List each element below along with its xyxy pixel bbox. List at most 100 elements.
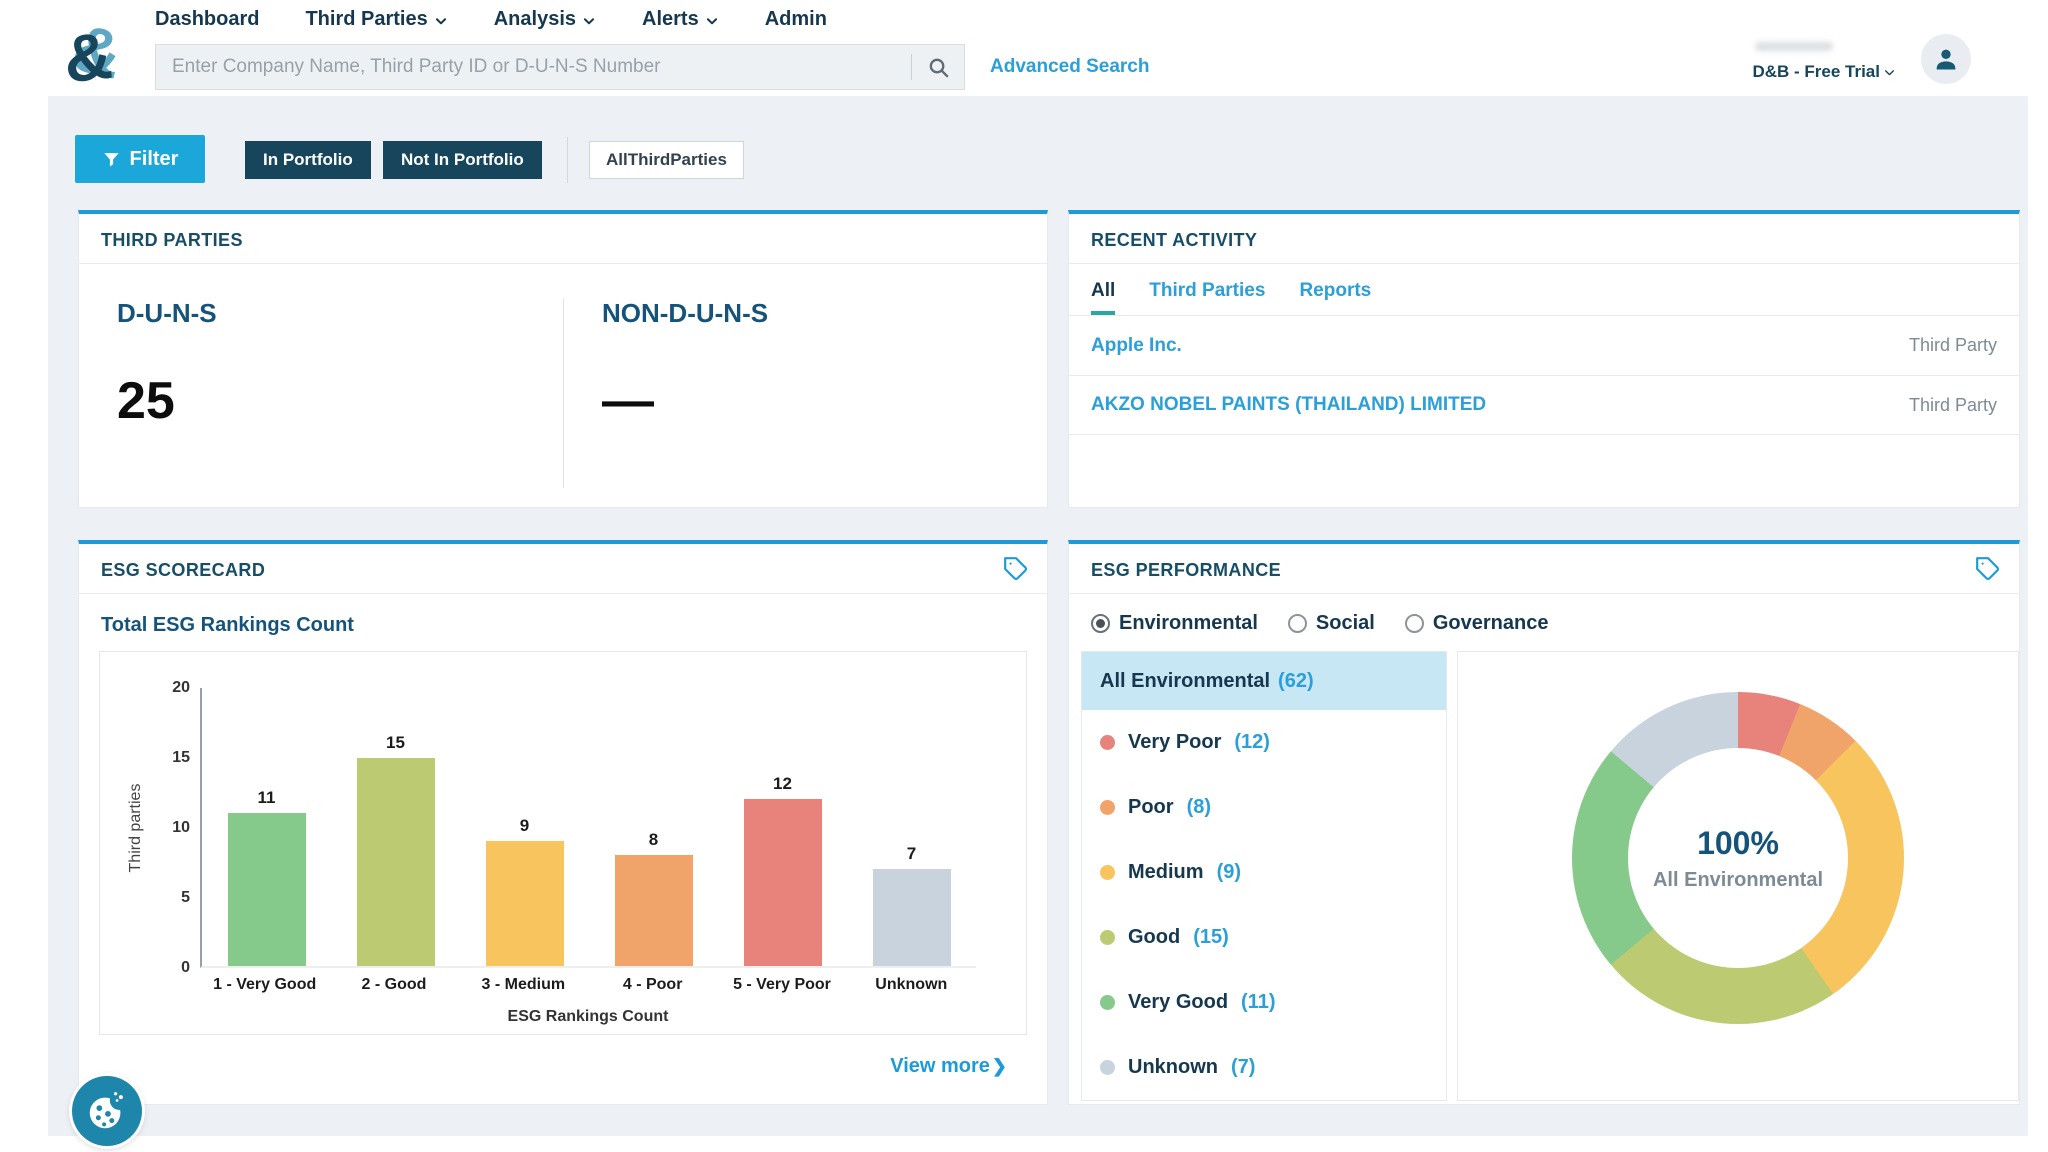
nav-analysis[interactable]: Analysis (494, 8, 596, 31)
bar-unknown[interactable] (873, 869, 951, 966)
bar-good[interactable] (357, 758, 435, 967)
radio-circle-icon (1288, 614, 1307, 633)
company-search-box (155, 44, 965, 90)
esg-dimension-radio-group: Environmental Social Governance (1069, 594, 2019, 649)
legend-item-very-poor[interactable]: Very Poor (12) (1082, 710, 1446, 775)
nav-alerts[interactable]: Alerts (642, 8, 719, 31)
bar-column: 15 (331, 688, 460, 966)
legend-label: Unknown (1128, 1056, 1218, 1079)
legend-label: Very Poor (1128, 731, 1221, 754)
bar-value-label: 12 (773, 774, 792, 794)
bar-column: 12 (718, 688, 847, 966)
legend-item-unknown[interactable]: Unknown (7) (1082, 1035, 1446, 1100)
chevron-down-icon (705, 14, 719, 28)
radio-governance[interactable]: Governance (1405, 612, 1549, 635)
nav-third-parties[interactable]: Third Parties (305, 8, 447, 31)
third-parties-title: THIRD PARTIES (79, 214, 1047, 264)
radio-circle-icon (1405, 614, 1424, 633)
filter-divider (567, 137, 568, 183)
duns-stat: D-U-N-S 25 (79, 298, 563, 488)
non-duns-value: — (602, 371, 1047, 431)
legend-dot-icon (1100, 930, 1115, 945)
esg-donut-chart[interactable]: 100% All Environmental (1572, 692, 1904, 1024)
nav-dashboard-label: Dashboard (155, 8, 259, 31)
recent-activity-tabs: All Third Parties Reports (1091, 280, 1997, 315)
account-menu[interactable]: D&B - Free Trial (1752, 62, 1896, 82)
tab-all[interactable]: All (1091, 280, 1115, 315)
view-more-label: View more (890, 1055, 990, 1078)
non-duns-label: NON-D-U-N-S (602, 298, 1047, 329)
y-axis-ticks: 20 15 10 5 0 (152, 688, 190, 968)
person-icon (1932, 45, 1960, 73)
dnb-dashboard-page: & & Dashboard Third Parties Analysis Ale… (0, 0, 2048, 1152)
x-axis-category-labels: 1 - Very Good 2 - Good 3 - Medium 4 - Po… (200, 976, 976, 994)
x-axis-label: ESG Rankings Count (200, 1008, 976, 1026)
nav-admin[interactable]: Admin (765, 8, 827, 31)
bar-very-poor[interactable] (744, 799, 822, 966)
chevron-down-icon (582, 14, 596, 28)
y-axis-label: Third parties (127, 784, 145, 873)
legend-count: (12) (1234, 731, 1270, 754)
radio-environmental[interactable]: Environmental (1091, 612, 1258, 635)
dnb-ampersand-logo[interactable]: & & (58, 14, 142, 98)
bar-column: 11 (202, 688, 331, 966)
search-button[interactable] (912, 45, 964, 89)
advanced-search-link[interactable]: Advanced Search (990, 56, 1149, 78)
radio-social[interactable]: Social (1288, 612, 1375, 635)
category-label: Unknown (847, 976, 976, 994)
activity-type-label: Third Party (1909, 395, 1997, 416)
primary-nav: Dashboard Third Parties Analysis Alerts … (155, 8, 827, 31)
tab-reports[interactable]: Reports (1299, 280, 1371, 315)
bar-column: 7 (847, 688, 976, 966)
chevron-right-icon: ❯ (992, 1056, 1007, 1077)
all-environmental-row[interactable]: All Environmental (62) (1082, 652, 1446, 710)
legend-dot-icon (1100, 1060, 1115, 1075)
cookie-consent-button[interactable] (72, 1076, 142, 1146)
donut-center-value: 100% (1697, 825, 1779, 862)
third-parties-card: THIRD PARTIES D-U-N-S 25 NON-D-U-N-S — (78, 210, 1048, 508)
tag-button[interactable] (1975, 556, 2001, 585)
legend-label: Very Good (1128, 991, 1228, 1014)
bar-very-good[interactable] (228, 813, 306, 966)
category-label: 5 - Very Poor (717, 976, 846, 994)
esg-scorecard-card: ESG SCORECARD Total ESG Rankings Count T… (78, 540, 1048, 1105)
tag-button[interactable] (1003, 556, 1029, 585)
bar-medium[interactable] (486, 841, 564, 966)
user-avatar[interactable] (1921, 34, 1971, 84)
not-in-portfolio-button[interactable]: Not In Portfolio (383, 141, 542, 179)
redacted-username (1755, 42, 1833, 51)
legend-item-medium[interactable]: Medium(9) (1082, 840, 1446, 905)
bar-poor[interactable] (615, 855, 693, 966)
filter-button[interactable]: Filter (75, 135, 205, 183)
all-third-parties-chip[interactable]: AllThirdParties (589, 141, 744, 179)
tab-third-parties[interactable]: Third Parties (1149, 280, 1265, 315)
duns-label: D-U-N-S (117, 298, 563, 329)
cookie-icon (84, 1088, 130, 1134)
legend-label: Medium (1128, 861, 1204, 884)
in-portfolio-button[interactable]: In Portfolio (245, 141, 371, 179)
bar-column: 8 (589, 688, 718, 966)
view-more-link[interactable]: View more❯ (890, 1055, 1007, 1078)
nav-alerts-label: Alerts (642, 8, 699, 31)
legend-item-good[interactable]: Good(15) (1082, 905, 1446, 970)
activity-company-link[interactable]: Apple Inc. (1091, 335, 1182, 357)
logo-glyph-front: & (61, 22, 115, 93)
legend-count: (7) (1231, 1056, 1255, 1079)
donut-center: 100% All Environmental (1572, 692, 1904, 1024)
nav-dashboard[interactable]: Dashboard (155, 8, 259, 31)
all-environmental-label: All Environmental (1100, 670, 1270, 693)
esg-scorecard-title: ESG SCORECARD (79, 544, 1047, 594)
search-input[interactable] (156, 45, 911, 89)
tag-icon (1975, 556, 2001, 582)
legend-count: (8) (1187, 796, 1211, 819)
activity-company-link[interactable]: AKZO NOBEL PAINTS (THAILAND) LIMITED (1091, 394, 1486, 416)
legend-item-very-good[interactable]: Very Good(11) (1082, 970, 1446, 1035)
donut-center-label: All Environmental (1653, 869, 1823, 892)
duns-value: 25 (117, 371, 563, 431)
category-label: 3 - Medium (459, 976, 588, 994)
bar-chart-title: Total ESG Rankings Count (101, 614, 1025, 637)
bar-plot-area: 11 15 9 8 12 7 (200, 688, 976, 968)
legend-item-poor[interactable]: Poor(8) (1082, 775, 1446, 840)
filter-button-label: Filter (130, 148, 179, 171)
bar-value-label: 9 (520, 816, 529, 836)
